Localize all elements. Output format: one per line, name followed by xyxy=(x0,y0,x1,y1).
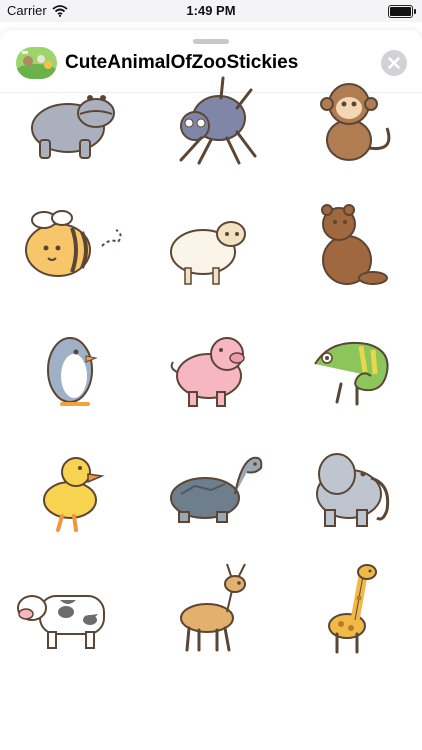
sticker-spider[interactable] xyxy=(151,68,271,178)
sticker-bee[interactable] xyxy=(10,190,130,300)
penguin-icon xyxy=(47,337,98,406)
sticker-giraffe[interactable] xyxy=(291,556,411,666)
battery-icon xyxy=(388,5,416,18)
battery-level xyxy=(390,7,411,16)
duck-icon xyxy=(43,457,105,532)
sheep-icon xyxy=(170,221,246,285)
sticker-monkey[interactable] xyxy=(291,68,411,178)
sticker-pig[interactable] xyxy=(151,312,271,422)
hippo-icon xyxy=(31,95,115,159)
sticker-bear[interactable] xyxy=(291,190,411,300)
sticker-penguin[interactable] xyxy=(10,312,130,422)
sticker-chameleon[interactable] xyxy=(291,312,411,422)
status-bar: Carrier 1:49 PM xyxy=(0,0,422,22)
turtle-icon xyxy=(170,456,263,523)
sticker-turtle[interactable] xyxy=(151,434,271,544)
sticker-duck[interactable] xyxy=(10,434,130,544)
sticker-cow[interactable] xyxy=(10,556,130,666)
giraffe-icon xyxy=(328,564,377,654)
bear-icon xyxy=(321,204,388,285)
deer-icon xyxy=(180,563,246,652)
monkey-icon xyxy=(320,83,391,161)
pig-icon xyxy=(170,337,245,407)
cow-icon xyxy=(17,595,105,649)
spider-icon xyxy=(179,76,257,165)
sticker-sheep[interactable] xyxy=(151,190,271,300)
bee-icon xyxy=(25,210,122,277)
sticker-deer[interactable] xyxy=(151,556,271,666)
sticker-hippo[interactable] xyxy=(10,68,130,178)
elephant-icon xyxy=(316,453,390,527)
clock: 1:49 PM xyxy=(186,3,236,18)
sticker-elephant[interactable] xyxy=(291,434,411,544)
chameleon-icon xyxy=(314,342,389,406)
